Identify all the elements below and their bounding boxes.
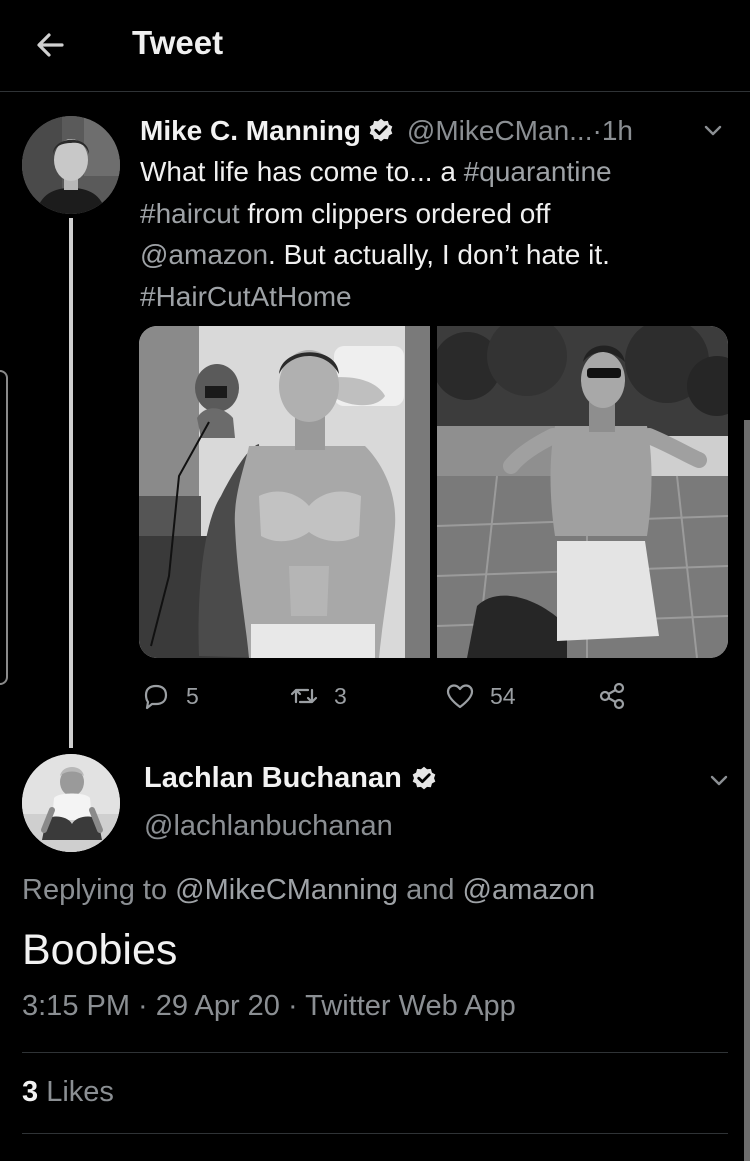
- mention-link[interactable]: @amazon: [463, 874, 596, 906]
- reply-count: 5: [186, 682, 199, 709]
- tweet-text-segment: What life has come to... a: [140, 156, 464, 187]
- avatar[interactable]: [22, 116, 120, 214]
- replying-to-and: and: [398, 874, 463, 906]
- top-bar: Tweet: [0, 0, 750, 92]
- replying-to-label: Replying to: [22, 874, 176, 906]
- reply-header: Lachlan Buchanan: [144, 762, 450, 795]
- likes-count: 3: [22, 1076, 39, 1108]
- tweet-actions: 5 3 54: [140, 678, 740, 714]
- retweet-icon: [290, 688, 318, 704]
- author-handle[interactable]: @MikeCMan...: [407, 115, 593, 147]
- heart-icon: [446, 684, 474, 709]
- reply-button[interactable]: 5: [140, 678, 199, 714]
- author-handle[interactable]: @lachlanbuchanan: [144, 810, 393, 843]
- back-arrow-icon[interactable]: [30, 24, 72, 66]
- hashtag-link[interactable]: #HairCutAtHome: [140, 281, 352, 312]
- divider: [22, 1133, 728, 1134]
- chevron-down-icon[interactable]: [698, 116, 728, 146]
- verified-badge-icon: [412, 766, 436, 789]
- tweet-photo[interactable]: [437, 326, 728, 658]
- retweet-button[interactable]: 3: [288, 678, 347, 714]
- like-button[interactable]: 54: [444, 678, 516, 714]
- avatar[interactable]: [22, 754, 120, 852]
- page-title: Tweet: [132, 24, 224, 61]
- tweet-header: Mike C. Manning @MikeCMan... · 1h: [140, 113, 633, 149]
- tweet-photo[interactable]: [139, 326, 430, 658]
- hashtag-link[interactable]: #quarantine: [464, 156, 612, 187]
- tweet-timestamp[interactable]: 3:15 PM · 29 Apr 20 · Twitter Web App: [22, 990, 516, 1023]
- likes-label: Likes: [38, 1076, 114, 1108]
- tweet-text-segment: . But actually, I don’t hate it.: [268, 239, 610, 270]
- meta-separator: ·: [592, 115, 602, 146]
- hashtag-link[interactable]: #haircut: [140, 198, 240, 229]
- author-name[interactable]: Mike C. Manning: [140, 115, 361, 147]
- chevron-down-icon[interactable]: [704, 766, 734, 796]
- tweet-text-segment: from clippers ordered off: [239, 197, 551, 229]
- reply-text: Boobies: [22, 926, 178, 974]
- like-count: 54: [490, 682, 516, 709]
- thread-connector-line: [69, 218, 73, 748]
- tweet-text: What life has come to... a #quarantine #…: [140, 151, 710, 317]
- share-icon: [599, 682, 625, 710]
- replying-to: Replying to @MikeCManning and @amazon: [22, 874, 595, 907]
- reply-icon: [144, 684, 168, 710]
- edge-scroll-indicator: [0, 370, 8, 685]
- scrollbar[interactable]: [744, 420, 750, 1161]
- tweet-time[interactable]: 1h: [602, 115, 633, 147]
- share-button[interactable]: [596, 678, 628, 714]
- retweet-count: 3: [334, 682, 347, 709]
- mention-link[interactable]: @MikeCManning: [175, 874, 398, 906]
- verified-badge-icon: [369, 118, 393, 142]
- divider: [22, 1052, 728, 1053]
- author-name[interactable]: Lachlan Buchanan: [144, 762, 402, 795]
- mention-link[interactable]: @amazon: [140, 239, 268, 270]
- likes-summary[interactable]: 3 Likes: [22, 1076, 114, 1109]
